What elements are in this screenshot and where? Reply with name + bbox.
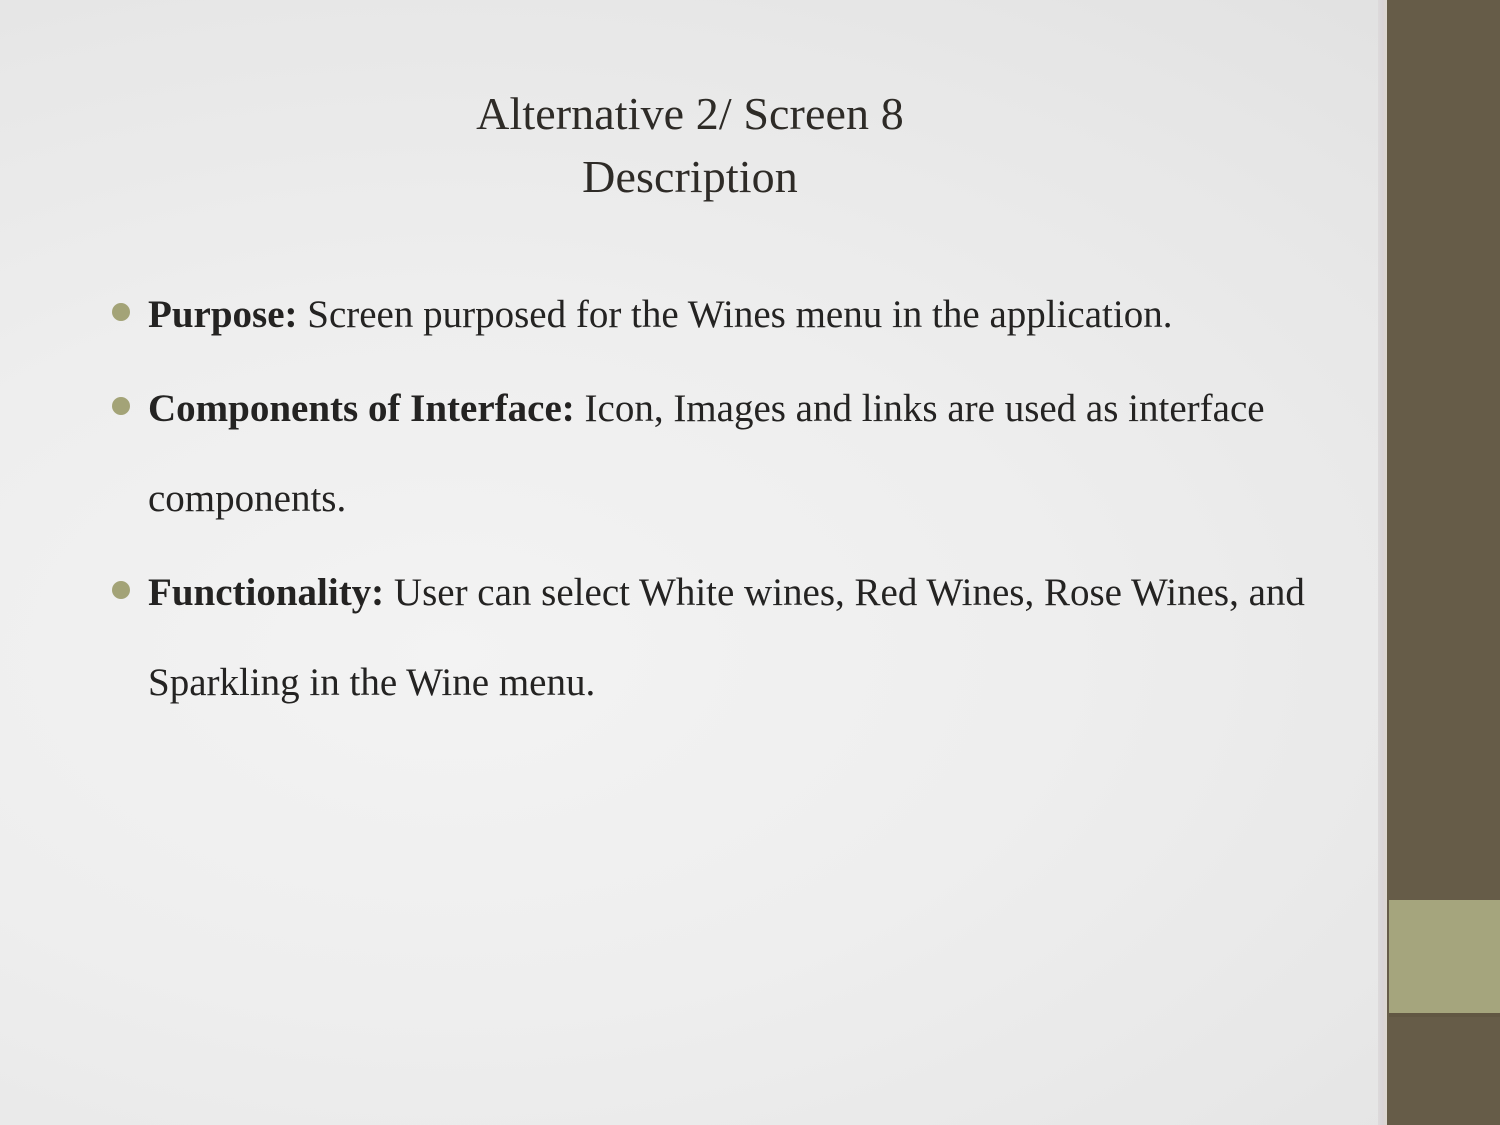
bullet-item-purpose: Purpose: Screen purposed for the Wines m… xyxy=(100,270,1430,360)
bullet-lead-label: Purpose: xyxy=(148,293,298,336)
slide-body: Purpose: Screen purposed for the Wines m… xyxy=(100,270,1430,732)
bullet-text: Functionality: User can select White win… xyxy=(148,548,1430,728)
band-olive-accent-block xyxy=(1389,900,1500,1013)
bullet-item-functionality: Functionality: User can select White win… xyxy=(100,548,1430,728)
bullet-lead-label: Functionality: xyxy=(148,571,385,614)
title-line-1: Alternative 2/ Screen 8 xyxy=(476,88,904,139)
bullet-text: Purpose: Screen purposed for the Wines m… xyxy=(148,270,1430,360)
slide-title: Alternative 2/ Screen 8 Description xyxy=(0,82,1380,208)
bullet-dot-icon xyxy=(112,303,130,321)
bullet-dot-icon xyxy=(112,581,130,599)
band-olive-divider xyxy=(1389,1013,1500,1017)
bullet-lead-label: Components of Interface: xyxy=(148,387,575,430)
bullet-text: Components of Interface: Icon, Images an… xyxy=(148,364,1430,544)
bullet-item-components-of-interface: Components of Interface: Icon, Images an… xyxy=(100,364,1430,544)
bullet-body-text: Screen purposed for the Wines menu in th… xyxy=(297,293,1173,336)
title-line-2: Description xyxy=(582,151,798,202)
slide-canvas: Alternative 2/ Screen 8 Description Purp… xyxy=(0,0,1500,1125)
bullet-dot-icon xyxy=(112,397,130,415)
